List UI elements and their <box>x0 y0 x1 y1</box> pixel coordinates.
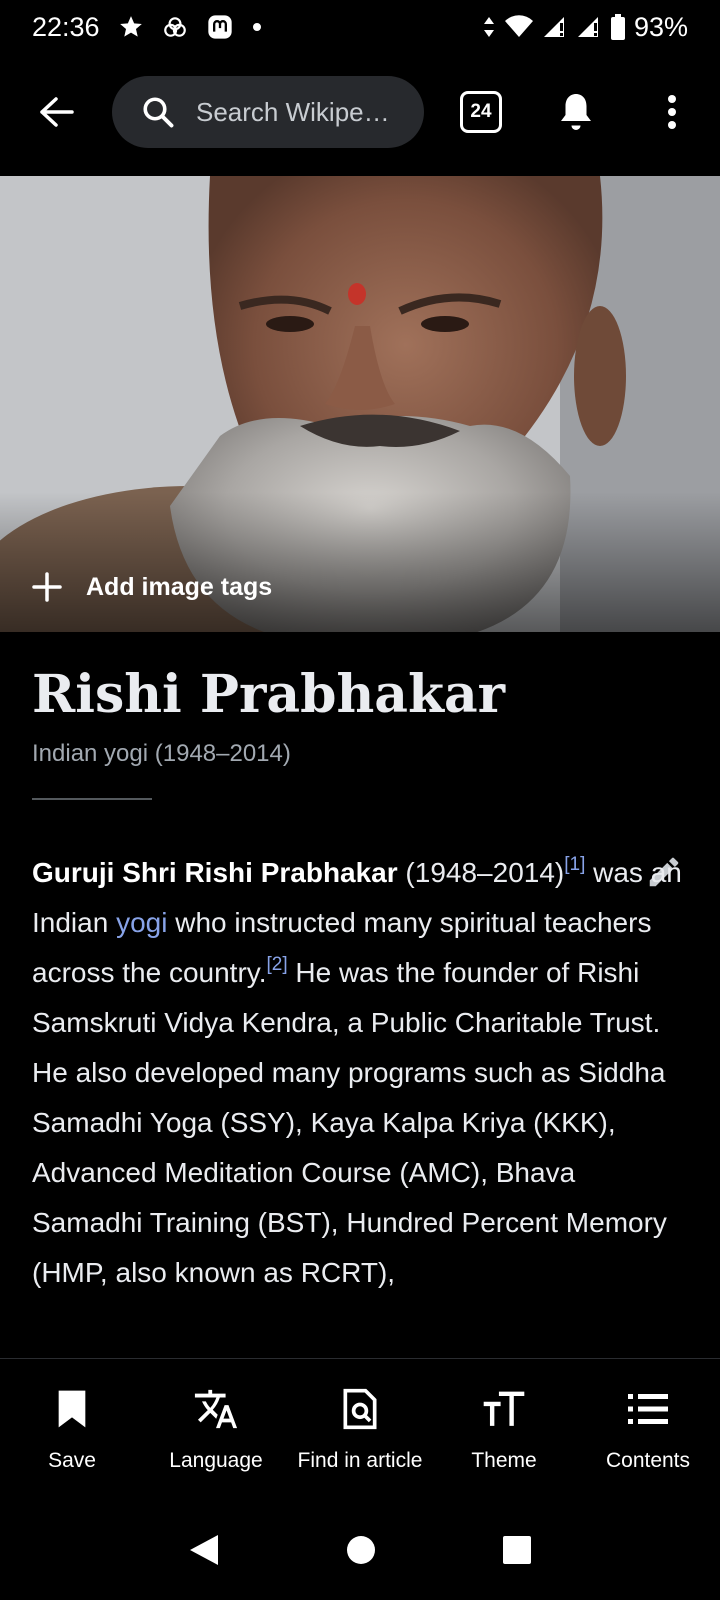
tab-count: 24 <box>470 101 492 122</box>
tabs-button[interactable]: 24 <box>460 91 502 133</box>
back-button[interactable] <box>30 86 82 138</box>
contents-button[interactable]: Contents <box>576 1359 720 1496</box>
save-label: Save <box>48 1449 96 1472</box>
lead-image[interactable]: Add image tags <box>0 176 720 632</box>
link-yogi[interactable]: yogi <box>116 907 167 938</box>
nav-back-icon[interactable] <box>188 1533 220 1567</box>
contents-label: Contents <box>605 1449 691 1472</box>
search-placeholder: Search Wikipe… <box>196 96 390 127</box>
theme-button[interactable]: Theme <box>432 1359 576 1496</box>
bookmark-icon <box>58 1390 86 1428</box>
language-label: Language <box>169 1449 263 1472</box>
battery-icon <box>610 14 626 40</box>
notification-dot-icon <box>252 22 262 32</box>
notifications-button[interactable] <box>556 88 596 136</box>
wifi-icon <box>504 15 534 39</box>
article-title: Rishi Prabhakar <box>32 664 506 725</box>
more-vert-icon <box>668 95 676 129</box>
article-description: Indian yogi (1948–2014) <box>32 740 291 767</box>
search-icon <box>143 97 174 128</box>
system-navigation-bar <box>0 1500 720 1600</box>
signal-icon-2 <box>576 15 602 39</box>
find-in-page-icon <box>343 1388 377 1430</box>
title-divider <box>32 798 152 800</box>
add-image-tags-button[interactable]: Add image tags <box>32 572 272 602</box>
data-transfer-icon <box>482 15 496 39</box>
page-action-bar: Save Language Find in article Theme Cont… <box>0 1358 720 1496</box>
find-in-article-label: Find in article <box>297 1449 423 1472</box>
save-button[interactable]: Save <box>0 1359 144 1496</box>
clock: 22:36 <box>32 11 100 42</box>
reference-2[interactable]: [2] <box>266 954 287 975</box>
battery-level: 93% <box>633 11 688 42</box>
lead-text-1: (1948–2014) <box>397 857 565 888</box>
search-input[interactable]: Search Wikipe… <box>112 76 424 148</box>
translate-icon <box>194 1389 238 1429</box>
star-icon <box>118 14 144 40</box>
add-image-tags-label: Add image tags <box>86 572 273 601</box>
mastodon-icon <box>206 13 234 41</box>
text-size-icon <box>483 1391 525 1426</box>
bell-icon <box>561 94 591 130</box>
lead-text-4: He was the founder of Rishi Samskruti Vi… <box>32 957 667 1288</box>
signal-icon <box>542 15 568 39</box>
theme-label: Theme <box>471 1449 537 1472</box>
top-toolbar: Search Wikipe… 24 <box>0 74 720 150</box>
image-overlay <box>0 492 720 632</box>
threads-icon <box>162 14 188 40</box>
back-arrow-icon <box>40 97 74 127</box>
plus-icon <box>32 572 62 602</box>
reference-1[interactable]: [1] <box>564 854 585 875</box>
status-bar: 22:36 93% <box>0 0 720 54</box>
more-options-button[interactable] <box>656 88 688 136</box>
nav-home-icon[interactable] <box>346 1535 376 1565</box>
list-icon <box>628 1394 668 1424</box>
subject-name: Guruji Shri Rishi Prabhakar <box>32 857 398 888</box>
nav-recents-icon[interactable] <box>502 1535 532 1565</box>
article-lead-paragraph: Guruji Shri Rishi Prabhakar (1948–2014)[… <box>32 848 692 1298</box>
find-in-article-button[interactable]: Find in article <box>288 1359 432 1496</box>
language-button[interactable]: Language <box>144 1359 288 1496</box>
